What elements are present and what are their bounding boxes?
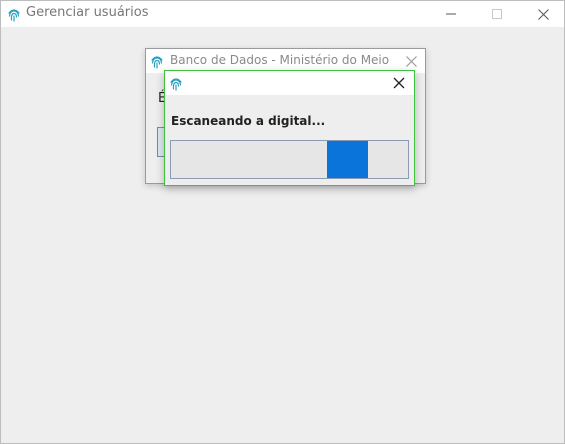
- database-dialog-title: Banco de Dados - Ministério do Meio A...: [170, 53, 390, 67]
- scan-dialog: Escaneando a digital...: [164, 70, 415, 186]
- maximize-icon: [492, 9, 502, 19]
- scan-dialog-titlebar[interactable]: [165, 71, 414, 95]
- minimize-icon: [446, 9, 456, 19]
- close-icon[interactable]: [391, 75, 407, 91]
- progress-indicator: [327, 141, 368, 178]
- maximize-button[interactable]: [474, 1, 520, 27]
- fingerprint-icon: [169, 76, 183, 91]
- close-icon[interactable]: [402, 52, 420, 70]
- minimize-button[interactable]: [428, 1, 474, 27]
- main-titlebar[interactable]: Gerenciar usuários: [1, 1, 564, 27]
- window-title: Gerenciar usuários: [26, 5, 149, 20]
- fingerprint-icon: [7, 7, 21, 22]
- close-button[interactable]: [520, 1, 565, 27]
- close-icon: [537, 8, 549, 20]
- scan-progress-bar: [170, 140, 409, 179]
- fingerprint-icon: [150, 54, 164, 69]
- scan-status-message: Escaneando a digital...: [171, 114, 326, 128]
